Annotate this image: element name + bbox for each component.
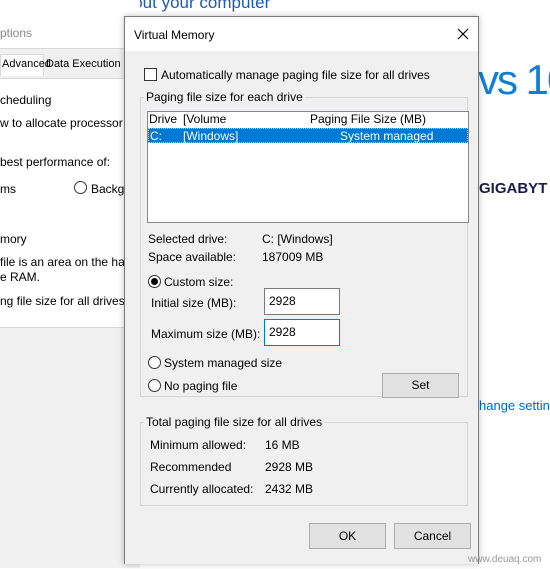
drive-list-row[interactable]: C: [Windows] System managed <box>148 128 468 143</box>
recommended-label: Recommended <box>150 460 232 474</box>
minimum-allowed-value: 16 MB <box>265 438 300 452</box>
watermark: www.deuaq.com <box>468 554 542 565</box>
no-paging-file-label: No paging file <box>164 379 238 393</box>
cancel-button[interactable]: Cancel <box>394 523 471 549</box>
virtual-memory-section-heading: mory <box>0 232 27 246</box>
initial-size-label: Initial size (MB): <box>151 296 237 310</box>
set-button[interactable]: Set <box>382 373 459 398</box>
custom-size-label: Custom size: <box>164 275 234 289</box>
best-performance-label: best performance of: <box>0 155 111 169</box>
auto-manage-checkbox[interactable] <box>144 68 157 81</box>
currently-allocated-value: 2432 MB <box>265 482 314 496</box>
memory-description-line2: e RAM. <box>0 270 41 284</box>
tab-advanced[interactable]: Advanced <box>0 54 51 76</box>
windows-brand-text: vs 10 <box>478 56 550 103</box>
column-volume: [Volume <box>183 112 227 126</box>
scheduling-section-heading: cheduling <box>0 93 52 107</box>
maximum-size-label: Maximum size (MB): <box>151 327 261 341</box>
space-available-value: 187009 MB <box>262 250 324 264</box>
column-drive: Drive <box>149 112 178 126</box>
row-volume: [Windows] <box>183 129 239 143</box>
system-managed-radio[interactable] <box>148 356 161 369</box>
currently-allocated-label: Currently allocated: <box>150 482 254 496</box>
selected-drive-value: C: [Windows] <box>262 232 333 246</box>
drive-list[interactable]: Drive [Volume Paging File Size (MB) C: [… <box>147 111 469 223</box>
recommended-value: 2928 MB <box>265 460 314 474</box>
change-settings-link[interactable]: hange setting <box>479 398 550 413</box>
row-drive: C: <box>150 129 162 143</box>
initial-size-input[interactable]: 2928 <box>264 288 340 315</box>
virtual-memory-dialog: Virtual Memory Automatically manage pagi… <box>124 16 479 564</box>
ok-button[interactable]: OK <box>309 523 386 549</box>
radio-programs-label: ms <box>0 182 16 196</box>
no-paging-file-radio[interactable] <box>148 379 161 392</box>
column-paging-size: Paging File Size (MB) <box>310 112 427 126</box>
auto-manage-label: Automatically manage paging file size fo… <box>161 68 430 82</box>
paging-each-drive-heading: Paging file size for each drive <box>144 90 305 104</box>
space-available-label: Space available: <box>148 250 237 264</box>
radio-background-services[interactable] <box>74 181 87 194</box>
performance-options-window: ptions Advanced Data Execution Pr chedul… <box>0 0 140 569</box>
total-paging-heading: Total paging file size for all drives <box>144 415 325 429</box>
perf-options-title: ptions <box>0 26 33 40</box>
radio-background-label: Backgr <box>91 182 129 196</box>
manufacturer-logo-text: GIGABYT <box>479 180 548 197</box>
total-paging-size-label: ng file size for all drives: <box>0 294 129 308</box>
system-managed-label: System managed size <box>164 356 283 370</box>
dialog-title: Virtual Memory <box>134 28 215 42</box>
dialog-title-bar: Virtual Memory <box>125 17 478 51</box>
minimum-allowed-label: Minimum allowed: <box>150 438 247 452</box>
custom-size-radio[interactable] <box>148 275 161 288</box>
tab-data-execution-prevention[interactable]: Data Execution Pr <box>46 58 135 70</box>
memory-description-line1: file is an area on the hard <box>0 255 136 269</box>
close-icon[interactable] <box>454 25 472 43</box>
scheduling-description: w to allocate processor <box>0 116 123 130</box>
row-paging-size: System managed <box>340 129 434 143</box>
maximum-size-input[interactable]: 2928 <box>264 319 340 346</box>
selected-drive-label: Selected drive: <box>148 232 228 246</box>
